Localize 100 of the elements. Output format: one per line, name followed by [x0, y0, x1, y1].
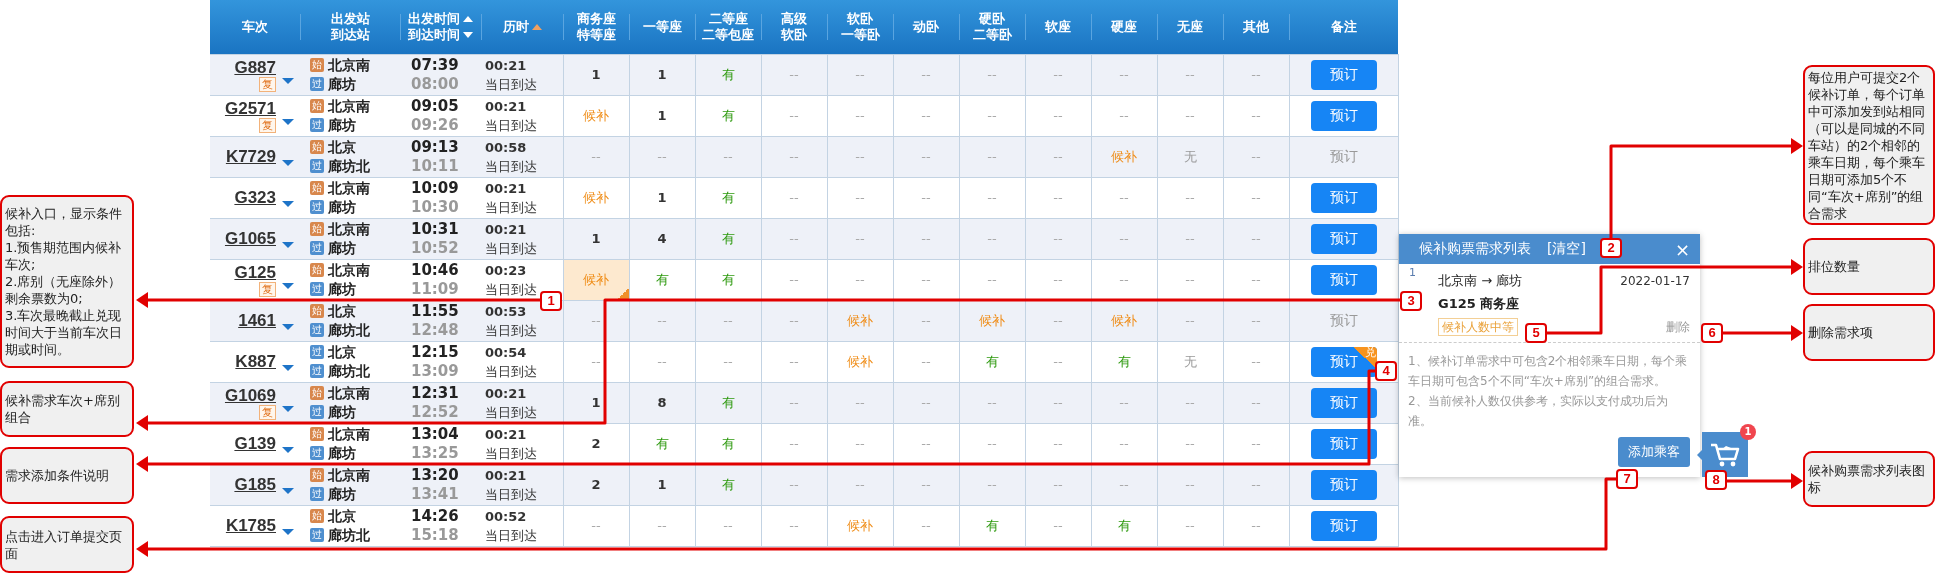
seat-cell[interactable]: -- [563, 505, 629, 546]
train-number[interactable]: G2571 [224, 98, 276, 118]
seat-cell[interactable]: -- [1223, 341, 1289, 382]
seat-cell[interactable]: -- [563, 300, 629, 341]
seat-cell[interactable]: -- [629, 300, 695, 341]
train-number[interactable]: G139 [234, 434, 276, 453]
seat-cell[interactable]: -- [1025, 136, 1091, 177]
seat-cell[interactable]: -- [563, 136, 629, 177]
seat-cell[interactable]: 候补 [827, 341, 893, 382]
caret-icon[interactable] [282, 323, 294, 330]
caret-icon[interactable] [282, 118, 294, 125]
seat-cell[interactable]: -- [827, 218, 893, 259]
add-passenger-button[interactable]: 添加乘客 [1618, 437, 1690, 467]
seat-cell[interactable]: 有 [695, 464, 761, 505]
train-number[interactable]: 1461 [238, 311, 276, 330]
seat-cell[interactable]: -- [893, 54, 959, 95]
column-header[interactable]: 硬座 [1091, 0, 1157, 54]
book-button[interactable]: 预订 [1310, 510, 1377, 541]
seat-cell[interactable]: -- [695, 505, 761, 546]
caret-icon[interactable] [282, 446, 294, 453]
seat-cell[interactable]: -- [1091, 54, 1157, 95]
book-button[interactable]: 预订 [1310, 428, 1377, 459]
seat-cell[interactable]: 候补 [563, 95, 629, 136]
seat-cell[interactable]: -- [1157, 95, 1223, 136]
seat-cell[interactable]: -- [893, 300, 959, 341]
caret-icon[interactable] [282, 241, 294, 248]
seat-cell[interactable]: 候补 [827, 300, 893, 341]
seat-cell[interactable]: -- [959, 54, 1025, 95]
seat-cell[interactable]: 有 [695, 54, 761, 95]
train-number[interactable]: G323 [234, 188, 276, 207]
book-button[interactable]: 预订 [1310, 100, 1377, 131]
caret-icon[interactable] [282, 200, 294, 207]
book-button[interactable]: 预订 [1310, 264, 1377, 295]
seat-cell[interactable]: -- [893, 505, 959, 546]
seat-cell[interactable]: 候补 [563, 259, 629, 300]
seat-cell[interactable]: 候补 [827, 505, 893, 546]
seat-cell[interactable]: -- [1025, 505, 1091, 546]
seat-cell[interactable]: 候补 [1091, 136, 1157, 177]
seat-cell[interactable]: -- [959, 218, 1025, 259]
seat-cell[interactable]: -- [1157, 54, 1223, 95]
seat-cell[interactable]: -- [893, 341, 959, 382]
seat-cell[interactable]: 2 [563, 464, 629, 505]
seat-cell[interactable]: -- [761, 382, 827, 423]
seat-cell[interactable]: 4 [629, 218, 695, 259]
seat-cell[interactable]: -- [827, 95, 893, 136]
seat-cell[interactable]: 有 [1091, 341, 1157, 382]
train-number[interactable]: G887 [234, 57, 276, 77]
caret-icon[interactable] [282, 487, 294, 494]
seat-cell[interactable]: -- [1025, 341, 1091, 382]
seat-cell[interactable]: -- [827, 54, 893, 95]
seat-cell[interactable]: 候补 [959, 300, 1025, 341]
seat-cell[interactable]: 候补 [1091, 300, 1157, 341]
seat-cell[interactable]: -- [1091, 382, 1157, 423]
seat-cell[interactable]: -- [1223, 95, 1289, 136]
train-number[interactable]: G1069 [224, 385, 276, 405]
column-header[interactable]: 动卧 [893, 0, 959, 54]
seat-cell[interactable]: -- [893, 464, 959, 505]
column-header[interactable]: 出发站 到达站 [300, 0, 400, 54]
seat-cell[interactable]: -- [629, 341, 695, 382]
column-header[interactable]: 其他 [1223, 0, 1289, 54]
train-number[interactable]: G185 [234, 475, 276, 494]
seat-cell[interactable]: -- [959, 382, 1025, 423]
seat-cell[interactable]: -- [893, 218, 959, 259]
seat-cell[interactable]: -- [959, 464, 1025, 505]
seat-cell[interactable]: -- [1157, 218, 1223, 259]
caret-icon[interactable] [282, 405, 294, 412]
seat-cell[interactable]: -- [1223, 382, 1289, 423]
seat-cell[interactable]: 有 [1091, 505, 1157, 546]
seat-cell[interactable]: -- [1091, 464, 1157, 505]
seat-cell[interactable]: 有 [695, 382, 761, 423]
seat-cell[interactable]: 有 [695, 218, 761, 259]
column-header[interactable]: 一等座 [629, 0, 695, 54]
seat-cell[interactable]: -- [893, 95, 959, 136]
seat-cell[interactable]: -- [1223, 177, 1289, 218]
seat-cell[interactable]: -- [695, 341, 761, 382]
caret-icon[interactable] [282, 159, 294, 166]
caret-icon[interactable] [282, 282, 294, 289]
seat-cell[interactable]: -- [1223, 300, 1289, 341]
seat-cell[interactable]: -- [1025, 464, 1091, 505]
seat-cell[interactable]: -- [959, 95, 1025, 136]
seat-cell[interactable]: -- [1223, 505, 1289, 546]
seat-cell[interactable]: -- [761, 505, 827, 546]
train-number[interactable]: K887 [235, 352, 276, 371]
train-number[interactable]: K7729 [225, 147, 276, 166]
caret-icon[interactable] [282, 364, 294, 371]
seat-cell[interactable]: 1 [629, 464, 695, 505]
book-button[interactable]: 预订 [1310, 223, 1377, 254]
clear-link[interactable]: [清空] [1547, 240, 1586, 258]
train-number[interactable]: G125 [234, 262, 276, 282]
seat-cell[interactable]: -- [1091, 218, 1157, 259]
seat-cell[interactable]: -- [1025, 95, 1091, 136]
seat-cell[interactable]: -- [1157, 464, 1223, 505]
seat-cell[interactable]: -- [1223, 464, 1289, 505]
seat-cell[interactable]: 1 [563, 54, 629, 95]
column-header[interactable]: 硬卧 二等卧 [959, 0, 1025, 54]
column-header[interactable]: 车次 [210, 0, 300, 54]
seat-cell[interactable]: -- [1223, 54, 1289, 95]
seat-cell[interactable]: -- [1223, 136, 1289, 177]
seat-cell[interactable]: -- [1025, 300, 1091, 341]
train-number[interactable]: K1785 [225, 516, 276, 535]
